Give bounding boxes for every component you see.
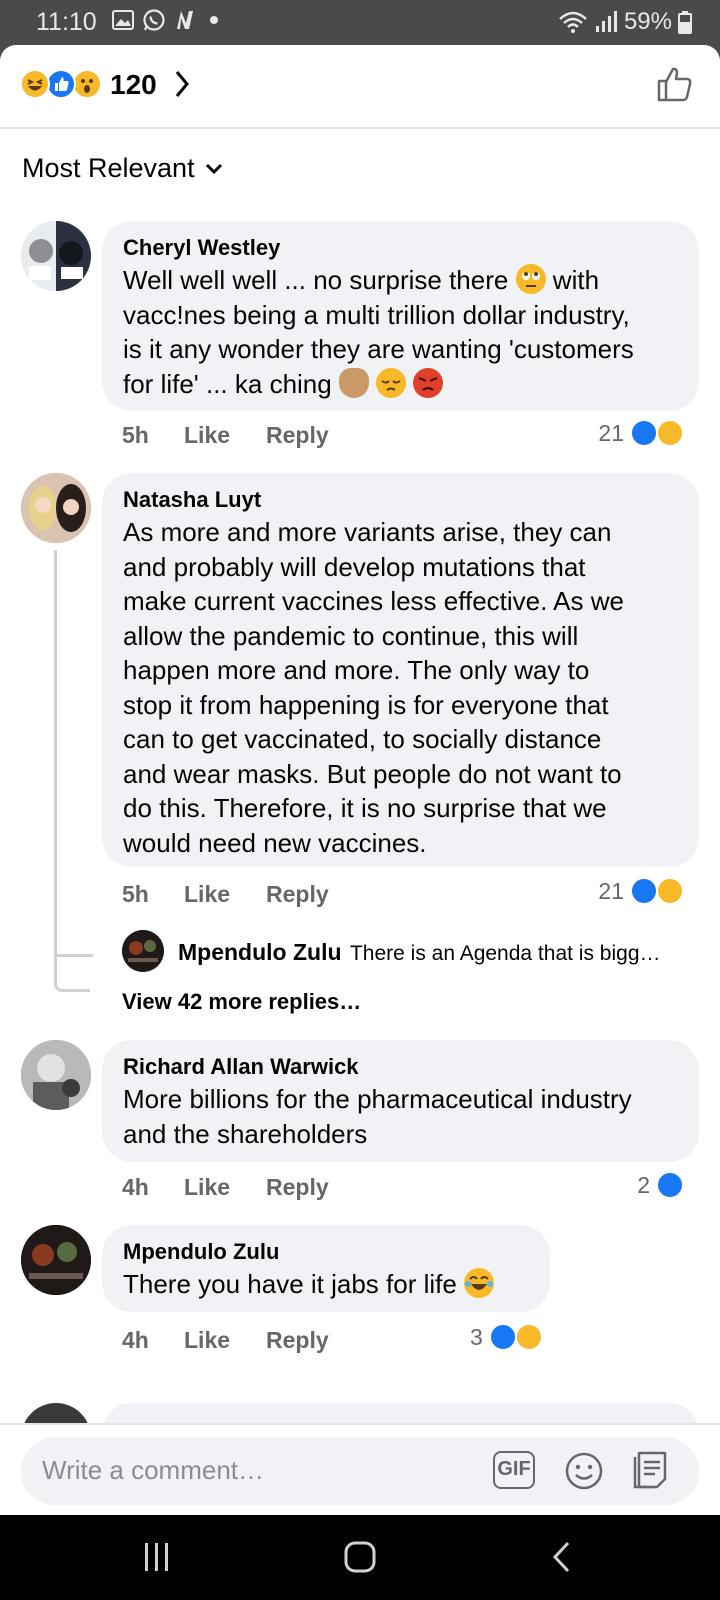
comment-text: As more and more variants arise, they ca… bbox=[123, 517, 624, 858]
comment-reaction-count: 3 bbox=[470, 1323, 483, 1350]
avatar[interactable] bbox=[21, 1225, 91, 1295]
reactions-header: 120 bbox=[0, 45, 720, 129]
signal-icon bbox=[595, 11, 617, 32]
news-app-icon bbox=[177, 11, 193, 29]
view-more-replies-link[interactable]: View 42 more replies… bbox=[122, 989, 361, 1015]
comment-bubble[interactable]: Cheryl Westley Well well well ... no sur… bbox=[102, 221, 699, 411]
like-reaction-icon bbox=[656, 1171, 684, 1199]
avatar[interactable] bbox=[122, 930, 164, 972]
wifi-icon bbox=[559, 11, 587, 33]
comment-author[interactable]: Natasha Luyt bbox=[123, 485, 679, 515]
reply-button[interactable]: Reply bbox=[266, 881, 329, 908]
comment-time: 4h bbox=[122, 1174, 149, 1200]
avatar[interactable] bbox=[21, 221, 91, 291]
comment-input[interactable]: Write a comment… GIF bbox=[21, 1437, 699, 1505]
chevron-right-icon[interactable] bbox=[174, 69, 190, 99]
comment-bubble[interactable]: Mpendulo Zulu There you have it jabs for… bbox=[102, 1225, 550, 1312]
comment-time: 5h bbox=[122, 881, 149, 907]
reply-button[interactable]: Reply bbox=[266, 1327, 329, 1354]
comment-reactions[interactable]: 2 bbox=[637, 1171, 684, 1199]
comment-reactions[interactable]: 21 bbox=[598, 877, 684, 905]
angry-emoji-icon bbox=[413, 367, 444, 398]
haha-reaction-icon bbox=[656, 419, 684, 447]
sort-label: Most Relevant bbox=[22, 153, 195, 183]
status-bar: 11:10 59% bbox=[0, 0, 720, 44]
comment-reactions[interactable]: 3 bbox=[470, 1323, 543, 1351]
comment-meta: 5h Like Reply bbox=[122, 881, 329, 908]
recent-apps-icon[interactable] bbox=[142, 1541, 172, 1573]
like-button[interactable]: Like bbox=[184, 1174, 266, 1201]
battery-icon bbox=[678, 11, 692, 34]
sort-dropdown[interactable]: Most Relevant bbox=[22, 153, 223, 184]
gif-button[interactable]: GIF bbox=[493, 1451, 535, 1489]
tears-of-joy-emoji-icon bbox=[464, 1268, 495, 1298]
gallery-icon bbox=[112, 10, 134, 30]
thread-line bbox=[54, 550, 57, 957]
comment-reactions[interactable]: 21 bbox=[598, 419, 684, 447]
comment-bubble[interactable]: Richard Allan Warwick More billions for … bbox=[102, 1040, 699, 1162]
like-reaction-icon bbox=[488, 1323, 517, 1351]
comments-sheet: 120 Most Relevant Cheryl Westley Well we… bbox=[0, 45, 720, 1515]
reply-author[interactable]: Mpendulo Zulu bbox=[178, 939, 342, 965]
comment-text: Well well well ... no surprise there wit… bbox=[123, 264, 634, 399]
like-reaction-icon bbox=[46, 69, 76, 99]
whatsapp-icon bbox=[143, 9, 165, 31]
reaction-icons[interactable] bbox=[20, 69, 102, 99]
avatar[interactable] bbox=[21, 473, 91, 543]
comment-text: There you have it jabs for life bbox=[123, 1267, 530, 1302]
avatar[interactable] bbox=[21, 1040, 91, 1110]
comment-author[interactable]: Mpendulo Zulu bbox=[123, 1237, 530, 1267]
comment-time: 4h bbox=[122, 1327, 149, 1353]
comment-bubble[interactable]: Natasha Luyt As more and more variants a… bbox=[102, 473, 699, 867]
comment-composer: Write a comment… GIF bbox=[0, 1423, 720, 1515]
haha-reaction-icon bbox=[656, 877, 684, 905]
battery-percent: 59% bbox=[623, 8, 672, 35]
like-reaction-icon bbox=[630, 419, 658, 447]
comment-meta: 4h Like Reply bbox=[122, 1327, 329, 1354]
status-right: 59% bbox=[558, 8, 692, 36]
comment-meta: 4h Like Reply bbox=[122, 1174, 329, 1201]
reaction-count[interactable]: 120 bbox=[110, 69, 157, 101]
comment-text: More billions for the pharmaceutical ind… bbox=[123, 1084, 632, 1149]
emoji-button[interactable] bbox=[564, 1451, 604, 1491]
haha-reaction-icon bbox=[514, 1323, 543, 1351]
like-reaction-icon bbox=[630, 877, 658, 905]
reply-button[interactable]: Reply bbox=[266, 1174, 329, 1201]
reply-text: There is an Agenda that is bigg… bbox=[349, 942, 661, 965]
chevron-down-icon bbox=[205, 163, 222, 174]
comment-reaction-count: 21 bbox=[598, 419, 624, 446]
wow-reaction-icon bbox=[72, 69, 102, 99]
comment-time: 5h bbox=[122, 422, 149, 448]
home-icon[interactable] bbox=[343, 1540, 377, 1574]
comment-author[interactable]: Richard Allan Warwick bbox=[123, 1052, 679, 1082]
system-nav-bar bbox=[0, 1515, 720, 1600]
like-button[interactable]: Like bbox=[184, 1327, 266, 1354]
like-button[interactable]: Like bbox=[184, 422, 266, 449]
notification-icons bbox=[112, 8, 220, 32]
like-button[interactable]: Like bbox=[184, 881, 266, 908]
comment-placeholder: Write a comment… bbox=[42, 1455, 265, 1485]
reply-button[interactable]: Reply bbox=[266, 422, 329, 449]
thread-connector bbox=[54, 950, 90, 992]
dot-icon bbox=[210, 16, 218, 24]
status-time: 11:10 bbox=[36, 8, 97, 36]
money-bag-emoji-icon bbox=[338, 367, 369, 398]
like-post-button[interactable] bbox=[656, 65, 694, 103]
comment-meta: 5h Like Reply bbox=[122, 422, 329, 449]
sticker-button[interactable] bbox=[631, 1449, 671, 1491]
pensive-emoji-icon bbox=[376, 367, 407, 398]
back-icon[interactable] bbox=[550, 1540, 572, 1574]
reply-preview[interactable]: Mpendulo Zulu There is an Agenda that is… bbox=[178, 939, 698, 966]
comment-reaction-count: 21 bbox=[598, 877, 624, 904]
eye-roll-emoji-icon bbox=[515, 264, 546, 294]
haha-reaction-icon bbox=[20, 69, 50, 99]
comment-reaction-count: 2 bbox=[637, 1171, 650, 1198]
comment-author[interactable]: Cheryl Westley bbox=[123, 233, 679, 263]
